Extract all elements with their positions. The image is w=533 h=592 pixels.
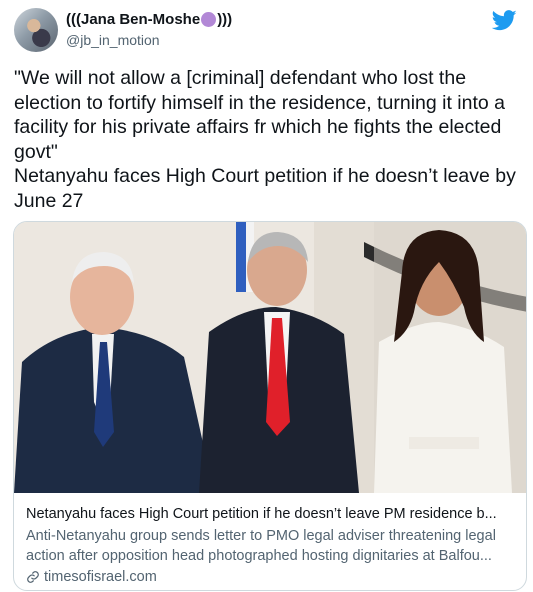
card-domain-row[interactable]: timesofisrael.com [26,569,514,585]
tweet-text: "We will not allow a [criminal] defendan… [14,66,524,213]
purple-circle-emoji-icon [201,12,217,27]
display-name[interactable]: (((Jana Ben-Moshe [66,11,200,28]
author-name-row[interactable]: (((Jana Ben-Moshe ))) [66,11,232,28]
article-photo[interactable] [14,222,526,493]
display-name-suffix[interactable]: ))) [217,11,232,28]
twitter-bird-icon[interactable] [492,10,517,31]
link-icon [27,571,39,583]
tweet-quote: "We will not allow a [criminal] defendan… [14,67,506,163]
card-meta[interactable]: Netanyahu faces High Court petition if h… [14,494,526,585]
card-description[interactable]: Anti-Netanyahu group sends letter to PMO… [26,526,514,566]
avatar[interactable] [14,8,58,52]
card-title[interactable]: Netanyahu faces High Court petition if h… [26,506,514,522]
tweet-headline: Netanyahu faces High Court petition if h… [14,165,516,212]
article-photo-illustration [14,222,526,493]
card-domain[interactable]: timesofisrael.com [44,569,157,585]
link-preview-card[interactable]: Netanyahu faces High Court petition if h… [13,221,527,591]
user-handle[interactable]: @jb_in_motion [66,32,160,48]
